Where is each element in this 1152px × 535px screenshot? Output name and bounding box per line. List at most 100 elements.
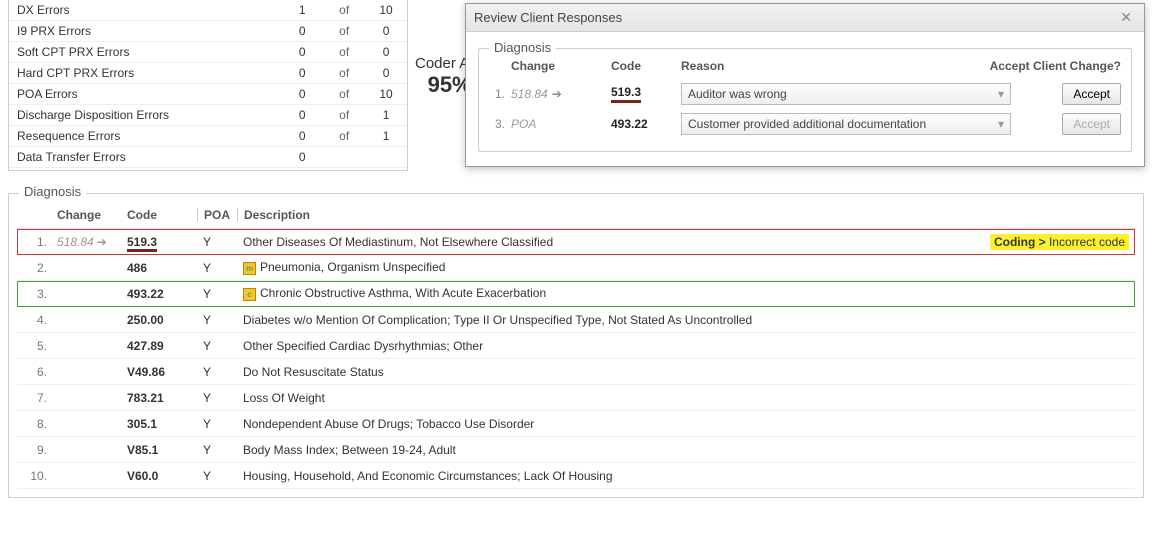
diag-row-poa: Y: [197, 313, 237, 327]
diag-row-index: 8.: [17, 417, 57, 431]
dialog-row-reason: Auditor was wrong▾: [681, 83, 1041, 105]
dialog-row-accept: Accept: [1041, 83, 1121, 105]
diagnosis-row[interactable]: 6.V49.86YDo Not Resuscitate Status: [17, 359, 1135, 385]
error-of: of: [323, 21, 365, 42]
diag-row-poa: Y: [197, 287, 237, 301]
dialog-row-change: POA: [511, 117, 611, 131]
reason-dropdown[interactable]: Auditor was wrong▾: [681, 83, 1011, 105]
error-row: DX Errors1of10: [9, 0, 407, 21]
diag-col-code: Code: [127, 208, 197, 222]
close-icon[interactable]: ✕: [1116, 9, 1136, 26]
error-total: 10: [365, 84, 407, 105]
flag-icon: m: [243, 262, 256, 275]
diag-row-poa: Y: [197, 261, 237, 275]
diag-row-desc: Diabetes w/o Mention Of Complication; Ty…: [237, 313, 1135, 327]
dialog-titlebar[interactable]: Review Client Responses ✕: [466, 4, 1144, 32]
error-total: [365, 147, 407, 168]
error-total: 0: [365, 21, 407, 42]
diag-row-desc: Body Mass Index; Between 19-24, Adult: [237, 443, 1135, 457]
error-row: Data Transfer Errors0: [9, 147, 407, 168]
error-label: Soft CPT PRX Errors: [9, 42, 281, 63]
diagnosis-legend: Diagnosis: [19, 184, 86, 199]
error-of: of: [323, 105, 365, 126]
diagnosis-row[interactable]: 2.486YmPneumonia, Organism Unspecified: [17, 255, 1135, 281]
diag-row-index: 2.: [17, 261, 57, 275]
dialog-col-change: Change: [511, 59, 611, 73]
diag-row-change: 518.84 ➔: [57, 235, 127, 249]
error-row: POA Errors0of10: [9, 84, 407, 105]
diagnosis-row[interactable]: 8.305.1YNondependent Abuse Of Drugs; Tob…: [17, 411, 1135, 437]
diag-row-poa: Y: [197, 443, 237, 457]
diagnosis-row[interactable]: 7. 783.21YLoss Of Weight: [17, 385, 1135, 411]
error-label: Resequence Errors: [9, 126, 281, 147]
diag-col-poa: POA: [197, 208, 237, 222]
error-row: I9 PRX Errors0of0: [9, 21, 407, 42]
diag-row-desc: Loss Of Weight: [237, 391, 1135, 405]
error-of: of: [323, 42, 365, 63]
diag-row-poa: Y: [197, 417, 237, 431]
diagnosis-row[interactable]: 5.427.89YOther Specified Cardiac Dysrhyt…: [17, 333, 1135, 359]
diag-row-poa: Y: [197, 391, 237, 405]
accept-button[interactable]: Accept: [1062, 83, 1121, 105]
error-total: 10: [365, 0, 407, 21]
dialog-row-index: 3.: [489, 117, 511, 131]
diag-row-index: 6.: [17, 365, 57, 379]
review-client-responses-dialog: Review Client Responses ✕ Diagnosis Chan…: [465, 3, 1145, 167]
error-of: of: [323, 84, 365, 105]
chevron-down-icon: ▾: [998, 117, 1004, 131]
dialog-row: 1.518.84 ➔519.3Auditor was wrong▾Accept: [489, 79, 1121, 109]
error-of: of: [323, 126, 365, 147]
dialog-header-row: Change Code Reason Accept Client Change?: [489, 59, 1121, 79]
diagnosis-row[interactable]: 4. 250.00YDiabetes w/o Mention Of Complic…: [17, 307, 1135, 333]
diag-row-code: 783.21: [127, 391, 197, 405]
error-total: 0: [365, 63, 407, 84]
chevron-down-icon: ▾: [998, 87, 1004, 101]
dialog-row-index: 1.: [489, 87, 511, 101]
diag-row-index: 7.: [17, 391, 57, 405]
error-count: 0: [281, 84, 323, 105]
diag-row-desc: cChronic Obstructive Asthma, With Acute …: [237, 286, 1135, 300]
error-count: 0: [281, 126, 323, 147]
dialog-row-reason: Customer provided additional documentati…: [681, 113, 1041, 135]
diagnosis-panel: Diagnosis Change Code POA Description 1.…: [8, 193, 1144, 498]
error-total: 1: [365, 105, 407, 126]
diagnosis-row[interactable]: 3.493.22YcChronic Obstructive Asthma, Wi…: [17, 281, 1135, 307]
diagnosis-row[interactable]: 1.518.84 ➔519.3YOther Diseases Of Medias…: [17, 229, 1135, 255]
error-count: 0: [281, 63, 323, 84]
error-row: Hard CPT PRX Errors0of0: [9, 63, 407, 84]
diagnosis-row[interactable]: 9. V85.1YBody Mass Index; Between 19-24, …: [17, 437, 1135, 463]
diag-col-change: Change: [57, 208, 127, 222]
error-label: Hard CPT PRX Errors: [9, 63, 281, 84]
diag-row-poa: Y: [197, 365, 237, 379]
errors-table: DX Errors1of10I9 PRX Errors0of0Soft CPT …: [9, 0, 407, 168]
diag-row-code: 250.00: [127, 313, 197, 327]
error-row: Resequence Errors0of1: [9, 126, 407, 147]
diag-row-code: V85.1: [127, 443, 197, 457]
error-label: Data Transfer Errors: [9, 147, 281, 168]
diagnosis-row[interactable]: 10.V60.0YHousing, Household, And Economi…: [17, 463, 1135, 489]
dialog-fieldset-legend: Diagnosis: [489, 40, 556, 55]
dialog-col-accept: Accept Client Change?: [961, 59, 1121, 73]
dialog-col-reason: Reason: [681, 59, 961, 73]
accept-button: Accept: [1062, 113, 1121, 135]
reason-dropdown[interactable]: Customer provided additional documentati…: [681, 113, 1011, 135]
error-of: [323, 147, 365, 168]
diag-row-desc: Nondependent Abuse Of Drugs; Tobacco Use…: [237, 417, 1135, 431]
error-count: 0: [281, 21, 323, 42]
diag-row-code: 486: [127, 261, 197, 275]
diag-row-desc: Other Specified Cardiac Dysrhythmias; Ot…: [237, 339, 1135, 353]
diag-row-index: 4.: [17, 313, 57, 327]
diag-row-index: 9.: [17, 443, 57, 457]
dialog-row-accept: Accept: [1041, 113, 1121, 135]
diag-row-code: 519.3: [127, 235, 197, 249]
error-total: 1: [365, 126, 407, 147]
arrow-icon: ➔: [97, 235, 107, 249]
arrow-icon: ➔: [552, 87, 562, 101]
dialog-row-code: 493.22: [611, 117, 681, 131]
error-label: DX Errors: [9, 0, 281, 21]
diag-row-index: 1.: [17, 235, 57, 249]
flag-icon: c: [243, 288, 256, 301]
error-label: I9 PRX Errors: [9, 21, 281, 42]
error-label: Discharge Disposition Errors: [9, 105, 281, 126]
dialog-title-text: Review Client Responses: [474, 10, 622, 25]
